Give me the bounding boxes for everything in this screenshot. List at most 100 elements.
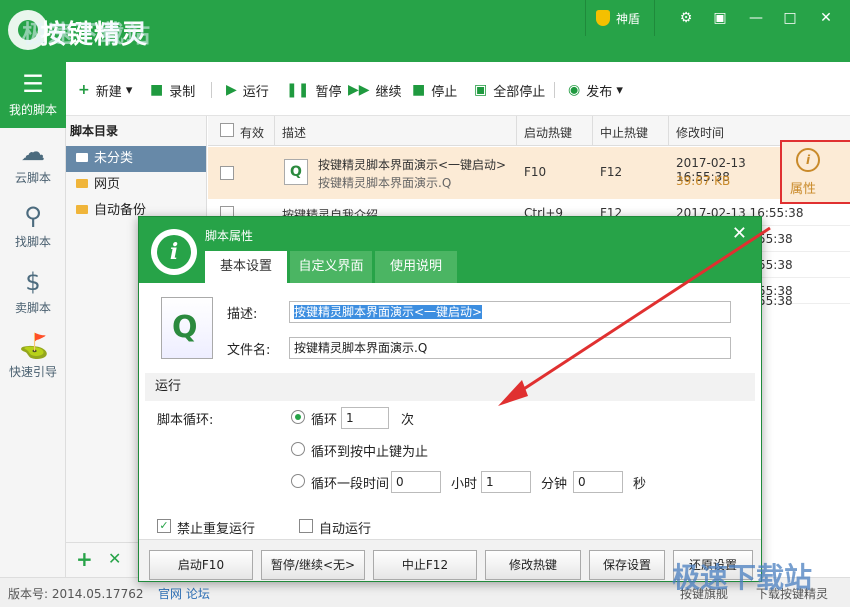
publish-icon: ◉ bbox=[568, 82, 581, 98]
close-icon[interactable]: ✕ bbox=[732, 223, 747, 244]
abort-button[interactable]: 中止F12 bbox=[373, 550, 477, 580]
col-desc: 描述 bbox=[282, 126, 307, 140]
run-button[interactable]: ▶ 运行 bbox=[226, 80, 269, 100]
shield-button[interactable]: 神盾 bbox=[585, 0, 655, 36]
record-button[interactable]: ■ 录制 bbox=[150, 80, 195, 100]
loop-count-input[interactable]: 1 bbox=[341, 407, 389, 429]
folder-icon bbox=[76, 205, 88, 214]
folder-icon bbox=[76, 179, 88, 188]
row-time: 55:38 bbox=[758, 232, 793, 246]
loop-duration-radio[interactable] bbox=[291, 474, 305, 488]
table-row[interactable]: Q 按键精灵脚本界面演示<一键启动> 按键精灵脚本界面演示.Q F10 F12 … bbox=[208, 147, 780, 199]
tree-item-uncategorized[interactable]: 未分类 bbox=[66, 146, 206, 172]
title-bar: 按键精灵 极速下载站 神盾 ⚙ ▣ — □ ✕ bbox=[0, 0, 850, 62]
row-stop-hotkey: F12 bbox=[600, 165, 623, 179]
skin-icon[interactable]: ▣ bbox=[710, 8, 730, 28]
seconds-input[interactable]: 0 bbox=[573, 471, 623, 493]
toolbar-divider bbox=[554, 82, 555, 98]
col-start-hotkey: 启动热键 bbox=[524, 126, 573, 140]
info-icon bbox=[151, 229, 197, 275]
q-file-icon: Q bbox=[284, 159, 308, 185]
loop-label: 脚本循环: bbox=[157, 413, 214, 428]
camera-icon: ■ bbox=[150, 82, 164, 98]
stop-all-icon: ▣ bbox=[474, 82, 488, 98]
delete-folder-icon[interactable]: ✕ bbox=[108, 549, 121, 568]
properties-button[interactable]: i 属性 bbox=[780, 140, 850, 204]
row-time: 55:38 bbox=[758, 258, 793, 272]
close-button[interactable]: ✕ bbox=[816, 8, 836, 28]
info-icon: i bbox=[796, 148, 820, 172]
pause-icon: ❚❚ bbox=[286, 82, 310, 98]
col-modified: 修改时间 bbox=[676, 126, 725, 140]
row-time: 55:38 bbox=[758, 294, 793, 308]
row-desc: 按键精灵脚本界面演示<一键启动> bbox=[318, 158, 507, 172]
nav-cloud-scripts[interactable]: ☁ 云脚本 bbox=[0, 138, 66, 186]
no-repeat-checkbox[interactable]: ✓ bbox=[157, 519, 171, 533]
minimize-button[interactable]: — bbox=[746, 8, 766, 28]
pause-button[interactable]: ❚❚ 暂停 bbox=[286, 80, 341, 100]
stop-icon: ■ bbox=[412, 82, 426, 98]
properties-dialog: 脚本属性 ✕ 基本设置 自定义界面 使用说明 描述: 按键精灵脚本界面演示<一键… bbox=[138, 216, 762, 582]
list-icon: ☰ bbox=[22, 70, 44, 98]
version-text: 版本号: 2014.05.17762 bbox=[8, 587, 144, 601]
folder-icon bbox=[76, 153, 88, 162]
select-all-checkbox[interactable] bbox=[220, 123, 234, 137]
dollar-icon: $ bbox=[25, 268, 41, 296]
tab-usage[interactable]: 使用说明 bbox=[375, 251, 457, 283]
filename-field[interactable]: 按键精灵脚本界面演示.Q bbox=[289, 337, 731, 359]
stop-all-button[interactable]: ▣ 全部停止 bbox=[474, 80, 545, 100]
tree-header: 脚本目录 bbox=[70, 124, 119, 138]
pause-resume-button[interactable]: 暂停/继续<无> bbox=[261, 550, 365, 580]
loop-until-stop-radio[interactable] bbox=[291, 442, 305, 456]
save-settings-button[interactable]: 保存设置 bbox=[589, 550, 665, 580]
nav-quick-guide[interactable]: ⛳ 快速引导 bbox=[0, 332, 66, 380]
watermark-bottom: 极速下载站 bbox=[672, 561, 813, 594]
left-nav: ☰ 我的脚本 ☁ 云脚本 ⚲ 找脚本 $ 卖脚本 ⛳ 快速引导 bbox=[0, 62, 66, 577]
start-button[interactable]: 启动F10 bbox=[149, 550, 253, 580]
nav-find-scripts[interactable]: ⚲ 找脚本 bbox=[0, 202, 66, 250]
add-folder-icon[interactable]: + bbox=[76, 547, 93, 571]
toolbar: + 新建 ▾ ■ 录制 ▶ 运行 ❚❚ 暂停 ▶▶ 继续 ■ 停止 ▣ 全部停止 ◉ 发布 ▾ bbox=[66, 62, 850, 116]
minutes-input[interactable]: 1 bbox=[481, 471, 531, 493]
toolbar-divider bbox=[211, 82, 212, 98]
auto-run-checkbox[interactable] bbox=[299, 519, 313, 533]
plus-icon: + bbox=[78, 82, 90, 98]
resume-button[interactable]: ▶▶ 继续 bbox=[348, 80, 402, 100]
search-icon: ⚲ bbox=[24, 202, 42, 230]
filename-label: 文件名: bbox=[227, 343, 271, 358]
maximize-button[interactable]: □ bbox=[780, 8, 800, 28]
loop-count-radio[interactable] bbox=[291, 410, 305, 424]
nav-my-scripts[interactable]: ☰ 我的脚本 bbox=[0, 62, 66, 128]
resume-icon: ▶▶ bbox=[348, 82, 370, 98]
dialog-header: 脚本属性 ✕ 基本设置 自定义界面 使用说明 bbox=[139, 217, 761, 283]
row-checkbox[interactable] bbox=[220, 166, 234, 180]
edit-hotkey-button[interactable]: 修改热键 bbox=[485, 550, 581, 580]
tab-custom-ui[interactable]: 自定义界面 bbox=[290, 251, 372, 283]
new-button[interactable]: + 新建 ▾ bbox=[78, 80, 132, 100]
watermark-top: 极速下载站 bbox=[22, 20, 152, 48]
signpost-icon: ⛳ bbox=[19, 332, 49, 360]
play-icon: ▶ bbox=[226, 82, 237, 98]
list-header: 有效 描述 启动热键 中止热键 修改时间 bbox=[208, 116, 850, 146]
row-start-hotkey: F10 bbox=[524, 165, 547, 179]
desc-label: 描述: bbox=[227, 307, 258, 322]
desc-field[interactable]: 按键精灵脚本界面演示<一键启动> bbox=[289, 301, 731, 323]
tree-item-web[interactable]: 网页 bbox=[66, 172, 206, 198]
shield-label: 神盾 bbox=[616, 11, 641, 26]
hours-input[interactable]: 0 bbox=[391, 471, 441, 493]
stop-button[interactable]: ■ 停止 bbox=[412, 80, 457, 100]
dialog-title: 脚本属性 bbox=[205, 229, 254, 243]
row-size: 39.67 KB bbox=[676, 174, 731, 188]
col-stop-hotkey: 中止热键 bbox=[600, 126, 649, 140]
site-links[interactable]: 官网 论坛 bbox=[158, 585, 210, 602]
dialog-footer: 启动F10 暂停/继续<无> 中止F12 修改热键 保存设置 还原设置 bbox=[139, 539, 761, 581]
col-valid: 有效 bbox=[240, 126, 265, 140]
properties-label: 属性 bbox=[790, 182, 817, 197]
settings-icon[interactable]: ⚙ bbox=[676, 8, 696, 28]
nav-sell-scripts[interactable]: $ 卖脚本 bbox=[0, 268, 66, 316]
row-file: 按键精灵脚本界面演示.Q bbox=[318, 176, 452, 190]
cloud-icon: ☁ bbox=[21, 138, 45, 166]
tab-basic[interactable]: 基本设置 bbox=[205, 251, 287, 283]
publish-button[interactable]: ◉ 发布 ▾ bbox=[568, 80, 623, 100]
run-section-title: 运行 bbox=[145, 373, 755, 401]
